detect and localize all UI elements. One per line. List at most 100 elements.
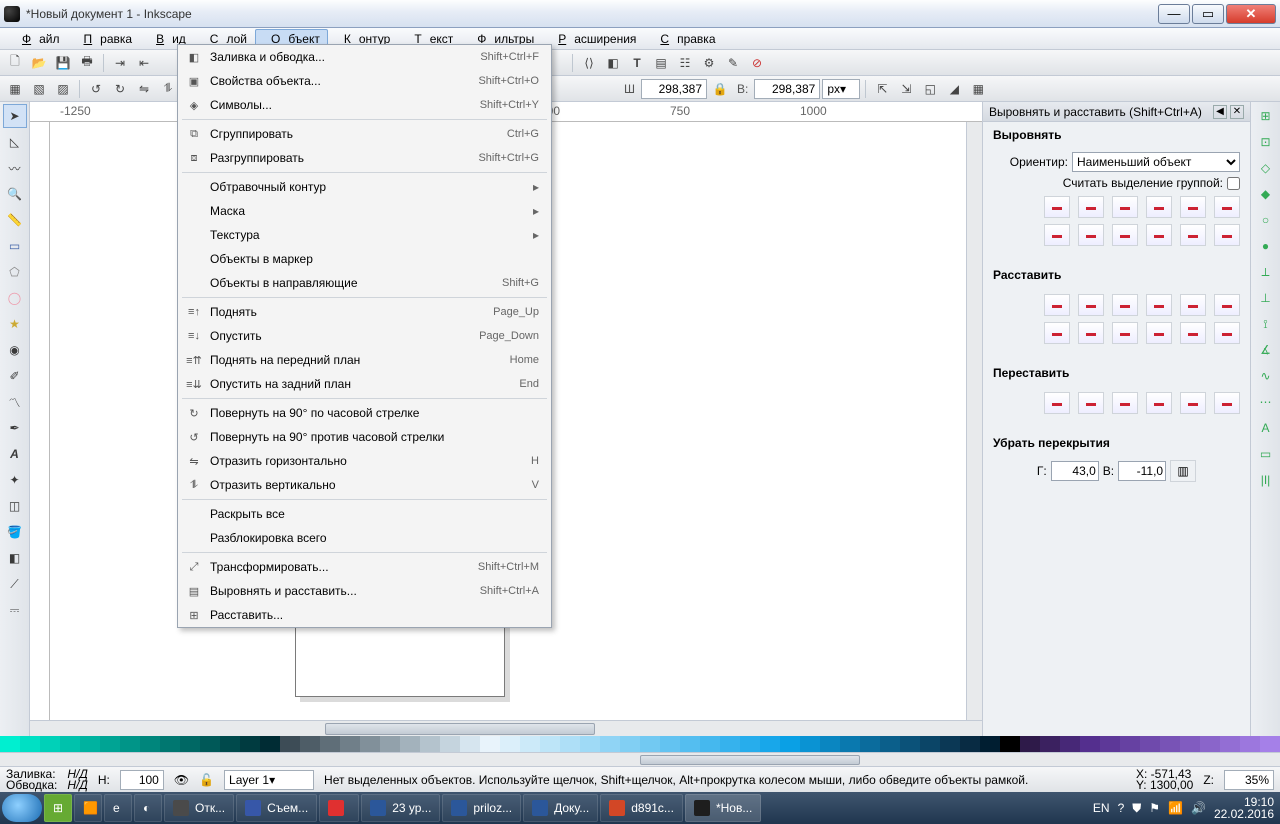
bucket-tool[interactable]: 🪣 <box>3 520 27 544</box>
swatch[interactable] <box>1080 736 1100 752</box>
snap-option[interactable]: ◆ <box>1254 182 1278 206</box>
swatch[interactable] <box>300 736 320 752</box>
swatch[interactable] <box>100 736 120 752</box>
affect-scale-icon[interactable]: ⇲ <box>895 78 917 100</box>
text-tool-icon[interactable]: T <box>626 52 648 74</box>
swatch[interactable] <box>940 736 960 752</box>
swatch[interactable] <box>580 736 600 752</box>
swatch[interactable] <box>1100 736 1120 752</box>
swatch[interactable] <box>880 736 900 752</box>
swatch[interactable] <box>500 736 520 752</box>
visibility-icon[interactable]: 👁 <box>174 773 189 787</box>
star-tool[interactable]: ★ <box>3 312 27 336</box>
swatch[interactable] <box>480 736 500 752</box>
swatch[interactable] <box>340 736 360 752</box>
gap-v-input[interactable] <box>1118 461 1166 481</box>
dock-detach-icon[interactable]: ◀ <box>1213 105 1227 119</box>
swatch[interactable] <box>20 736 40 752</box>
align-icon[interactable]: ☷ <box>674 52 696 74</box>
swatch[interactable] <box>920 736 940 752</box>
swatch[interactable] <box>540 736 560 752</box>
snap-option[interactable]: ● <box>1254 234 1278 258</box>
swatch[interactable] <box>800 736 820 752</box>
align-button[interactable]: ▬ <box>1112 322 1138 344</box>
menu-item[interactable]: ▣Свойства объекта...Shift+Ctrl+O <box>178 69 551 93</box>
pencil-tool[interactable]: ✐ <box>3 364 27 388</box>
snap-option[interactable]: ⊥ <box>1254 286 1278 310</box>
align-button[interactable]: ▬ <box>1044 294 1070 316</box>
taskbar-task[interactable]: Отк... <box>164 794 234 822</box>
swatch[interactable] <box>1000 736 1020 752</box>
color-palette[interactable] <box>0 736 1280 752</box>
swatch[interactable] <box>400 736 420 752</box>
taskbar-task[interactable]: Доку... <box>523 794 598 822</box>
snap-option[interactable]: A <box>1254 416 1278 440</box>
align-button[interactable]: ▬ <box>1146 294 1172 316</box>
menu-item[interactable]: ≡⇈Поднять на передний планHome <box>178 348 551 372</box>
swatch[interactable] <box>200 736 220 752</box>
opacity-field[interactable] <box>120 770 164 790</box>
menu-Расширения[interactable]: Расширения <box>542 29 644 49</box>
select-layer-icon[interactable]: ▧ <box>28 78 50 100</box>
swatch[interactable] <box>560 736 580 752</box>
pinned-app[interactable]: ◐ <box>134 794 162 822</box>
menu-item[interactable]: ⧉СгруппироватьCtrl+G <box>178 122 551 146</box>
select-all-icon[interactable]: ▦ <box>4 78 26 100</box>
tweak-tool[interactable]: 〰 <box>3 156 27 180</box>
width-field[interactable] <box>641 79 707 99</box>
rect-tool[interactable]: ▭ <box>3 234 27 258</box>
swatch[interactable] <box>640 736 660 752</box>
menu-item[interactable]: ▤Выровнять и расставить...Shift+Ctrl+A <box>178 579 551 603</box>
export-icon[interactable]: ⇤ <box>133 52 155 74</box>
snap-option[interactable]: ⟟ <box>1254 312 1278 336</box>
deselect-icon[interactable]: ▨ <box>52 78 74 100</box>
swatch[interactable] <box>680 736 700 752</box>
flip-v-icon[interactable]: ⥮ <box>157 78 179 100</box>
doc-prefs-icon[interactable]: ✎ <box>722 52 744 74</box>
align-button[interactable]: ▬ <box>1146 322 1172 344</box>
swatch[interactable] <box>1020 736 1040 752</box>
affect-pattern-icon[interactable]: ▦ <box>967 78 989 100</box>
align-button[interactable]: ▬ <box>1078 196 1104 218</box>
taskbar-task[interactable]: *Нов... <box>685 794 761 822</box>
swatch[interactable] <box>740 736 760 752</box>
snap-option[interactable]: |I| <box>1254 468 1278 492</box>
align-button[interactable]: ▬ <box>1180 322 1206 344</box>
align-button[interactable]: ▬ <box>1214 322 1240 344</box>
menu-item[interactable]: Маска▸ <box>178 199 551 223</box>
measure-tool[interactable]: 📏 <box>3 208 27 232</box>
spiral-tool[interactable]: ◉ <box>3 338 27 362</box>
menu-item[interactable]: Обтравочный контур▸ <box>178 175 551 199</box>
menu-item[interactable]: ≡↓ОпуститьPage_Down <box>178 324 551 348</box>
swatch[interactable] <box>760 736 780 752</box>
swatch[interactable] <box>140 736 160 752</box>
align-button[interactable]: ▬ <box>1078 294 1104 316</box>
align-button[interactable]: ▬ <box>1146 196 1172 218</box>
node-tool[interactable]: ◺ <box>3 130 27 154</box>
menu-item[interactable]: ◧Заливка и обводка...Shift+Ctrl+F <box>178 45 551 69</box>
rotate-cw-icon[interactable]: ↻ <box>109 78 131 100</box>
text-tool[interactable]: A <box>3 442 27 466</box>
start-button[interactable] <box>2 794 42 822</box>
align-button[interactable]: ▬ <box>1214 196 1240 218</box>
swatch[interactable] <box>720 736 740 752</box>
menu-item[interactable]: Объекты в маркер <box>178 247 551 271</box>
align-button[interactable]: ▬ <box>1044 322 1070 344</box>
remove-overlaps-button[interactable]: ▥ <box>1170 460 1196 482</box>
align-button[interactable]: ▬ <box>1112 392 1138 414</box>
connector-tool[interactable]: ⎓ <box>3 598 27 622</box>
ellipse-tool[interactable]: ◯ <box>3 286 27 310</box>
bezier-tool[interactable]: 〽 <box>3 390 27 414</box>
swatch[interactable] <box>460 736 480 752</box>
menu-item[interactable]: ↻Повернуть на 90° по часовой стрелке <box>178 401 551 425</box>
close-doc-icon[interactable]: ⊘ <box>746 52 768 74</box>
menu-item[interactable]: ≡⇊Опустить на задний планEnd <box>178 372 551 396</box>
swatch[interactable] <box>1200 736 1220 752</box>
swatch[interactable] <box>1260 736 1280 752</box>
taskbar-task[interactable]: Съем... <box>236 794 317 822</box>
pinned-app[interactable]: e <box>104 794 132 822</box>
import-icon[interactable]: ⇥ <box>109 52 131 74</box>
snap-option[interactable]: ⋯ <box>1254 390 1278 414</box>
menu-item[interactable]: ◈Символы...Shift+Ctrl+Y <box>178 93 551 117</box>
swatch[interactable] <box>700 736 720 752</box>
